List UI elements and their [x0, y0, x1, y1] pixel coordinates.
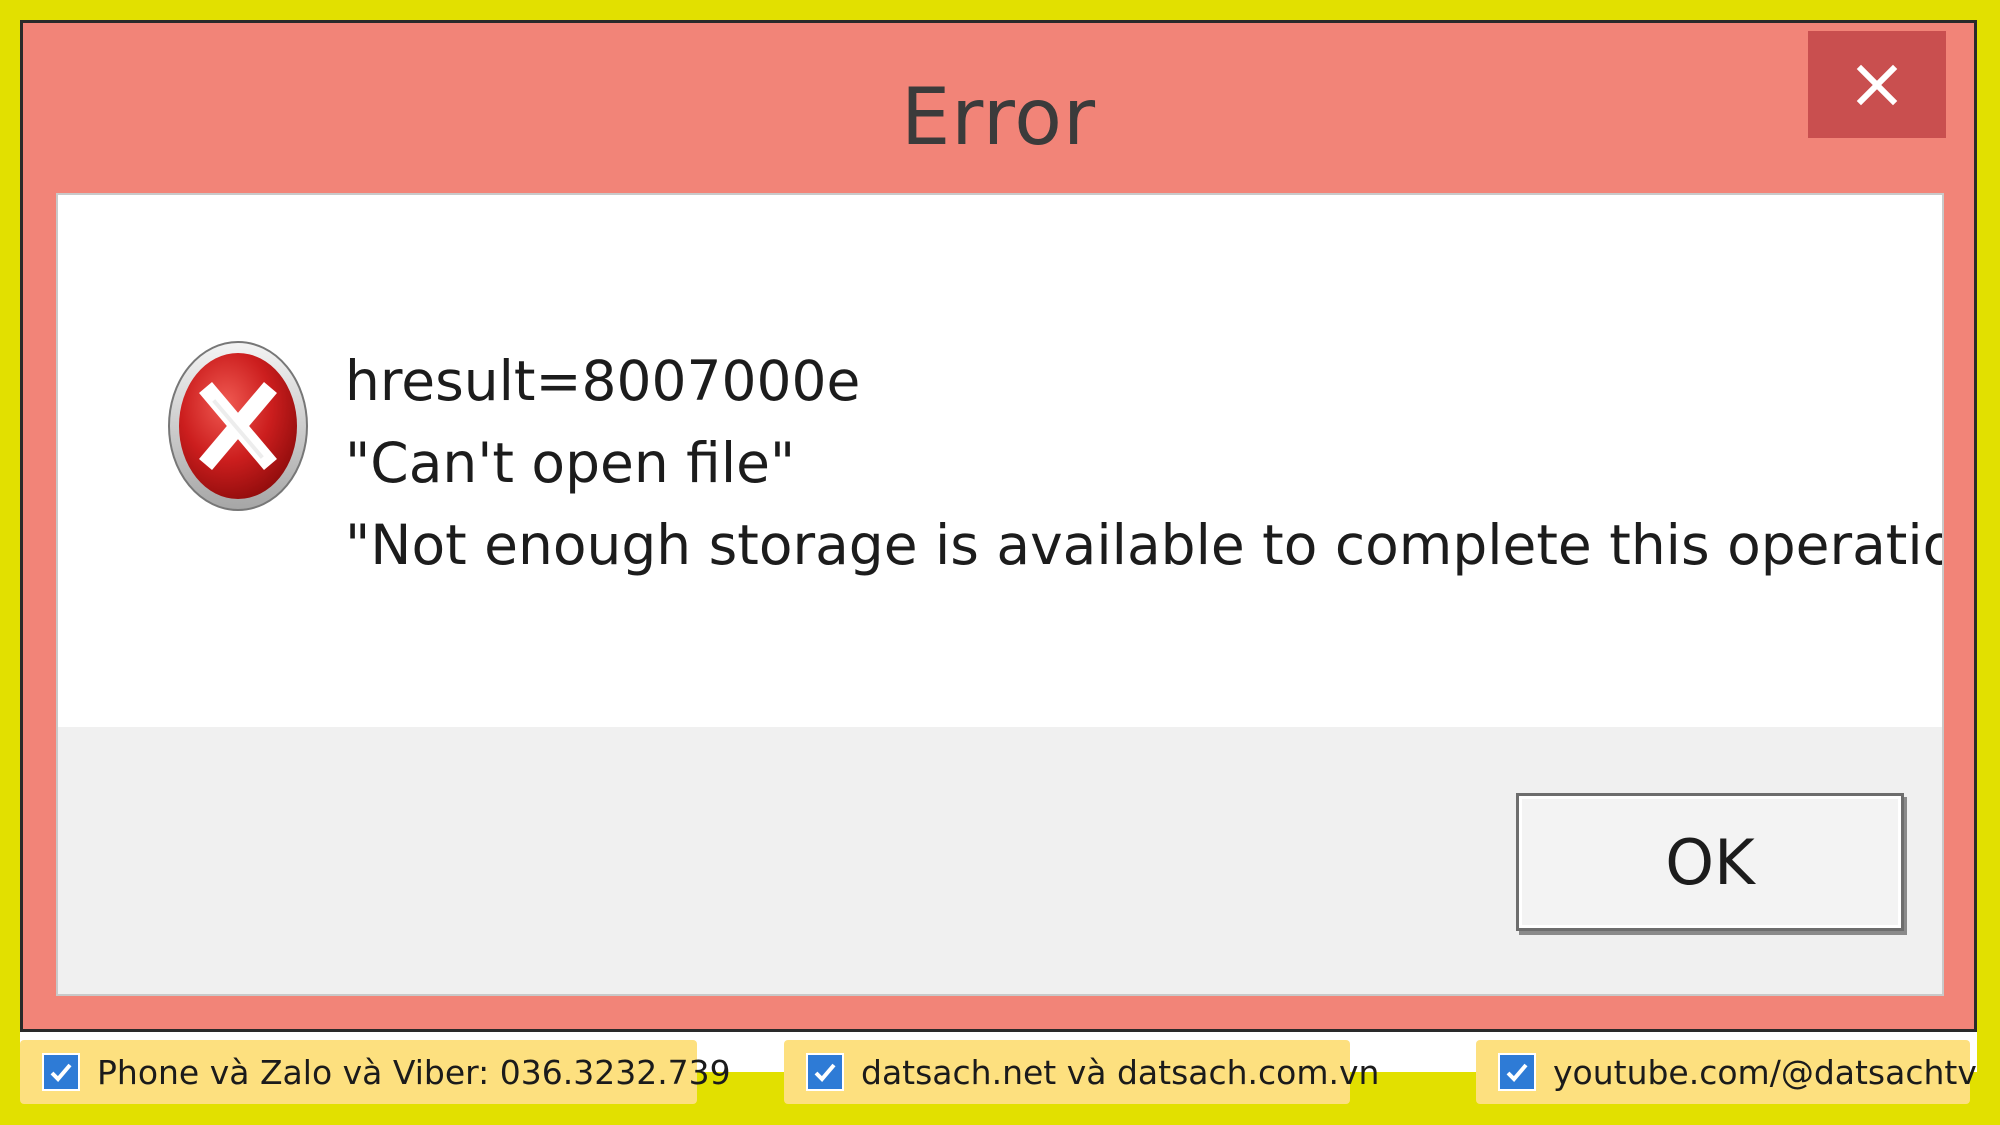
contact-badge-phone: Phone và Zalo và Viber: 036.3232.739	[20, 1040, 731, 1104]
message-area: hresult=8007000e "Can't open file" "Not …	[58, 195, 1942, 727]
title-bar: Error	[23, 23, 1974, 193]
dialog-body: hresult=8007000e "Can't open file" "Not …	[56, 193, 1944, 996]
checkbox-icon	[42, 1053, 80, 1091]
checkbox-icon	[806, 1053, 844, 1091]
close-icon	[1856, 64, 1898, 105]
message-line-cant-open: "Can't open file"	[345, 431, 796, 495]
button-bar: OK	[58, 727, 1942, 994]
badge-text-youtube: youtube.com/@datsachtv	[1553, 1052, 1977, 1092]
error-circle-x-icon	[168, 341, 308, 511]
ok-button[interactable]: OK	[1516, 793, 1904, 931]
dialog-title: Error	[900, 73, 1097, 163]
message-line-hresult: hresult=8007000e	[345, 349, 861, 413]
error-dialog-window: Error hresult=8007000e "Can't open file"…	[20, 20, 1977, 1032]
error-message: hresult=8007000e "Can't open file" "Not …	[345, 340, 1944, 586]
badge-text-website: datsach.net và datsach.com.vn	[861, 1052, 1380, 1092]
badge-text-phone: Phone và Zalo và Viber: 036.3232.739	[97, 1052, 731, 1092]
close-button[interactable]	[1808, 31, 1946, 138]
message-line-storage: "Not enough storage is available to comp…	[345, 513, 1944, 577]
contact-badge-website: datsach.net và datsach.com.vn	[784, 1040, 1379, 1104]
contact-badge-youtube: youtube.com/@datsachtv	[1476, 1040, 1977, 1104]
checkbox-icon	[1498, 1053, 1536, 1091]
